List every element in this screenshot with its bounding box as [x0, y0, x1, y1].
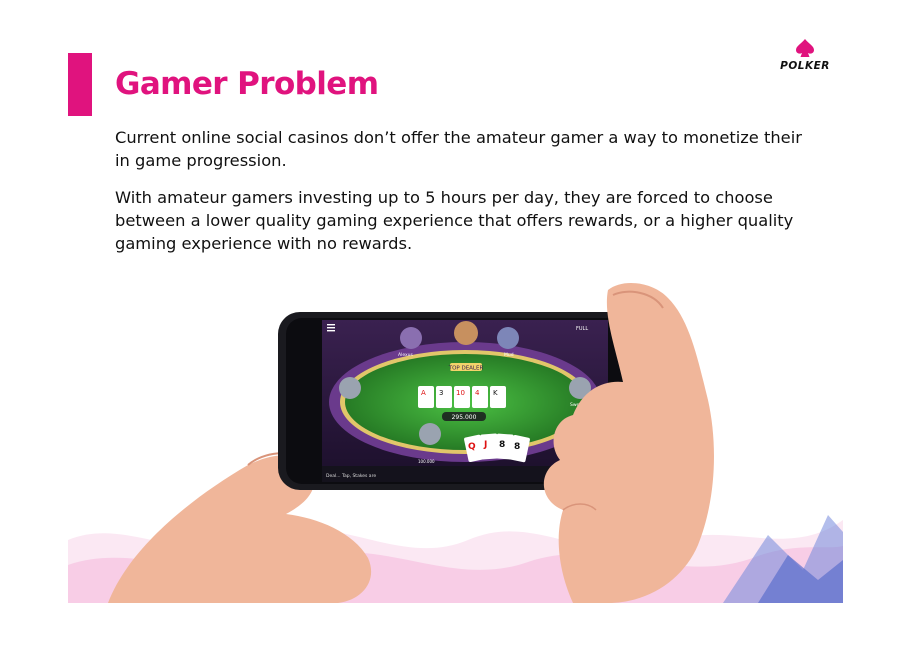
status-bar-label: FULL [576, 326, 588, 332]
hand-cards: Q J 8 8 [464, 433, 530, 463]
hand-card-3: 8 [499, 440, 505, 450]
menu-icon [327, 324, 335, 332]
bet-value-1: 100.000 [418, 459, 435, 464]
polker-logo: POLKER [776, 38, 834, 72]
title-accent-bar [68, 53, 92, 116]
dealer-avatar [454, 321, 478, 345]
player-avatar-alexus [400, 327, 422, 349]
problem-paragraph-1: Current online social casinos don’t offe… [115, 128, 802, 170]
problem-paragraph-2: With amateur gamers investing up to 5 ho… [115, 188, 794, 253]
player-avatar-bottom [419, 423, 441, 445]
pot-amount: 295.000 [452, 414, 477, 421]
community-card-3: 10 [456, 389, 465, 397]
community-card-5: K [493, 389, 498, 397]
player-avatar-mud [497, 327, 519, 349]
hand-card-1: Q [468, 442, 476, 452]
community-cards: A 3 10 4 K [418, 386, 506, 408]
player-name-mud: Mud [504, 352, 514, 358]
hand-card-4: 8 [514, 442, 520, 452]
logo-wordmark: POLKER [780, 60, 830, 72]
phone-game-illustration: TOP DEALER A 3 10 4 K 295.000 Q J 8 8 Al… [68, 270, 843, 603]
chat-text: Deal... Tap, Stakes are [326, 473, 376, 479]
community-card-4: 4 [475, 389, 480, 397]
player-name-alexus: Alexus [398, 352, 414, 358]
player-avatar-left [339, 377, 361, 399]
community-card-2: 3 [439, 389, 443, 397]
spade-icon [796, 39, 814, 57]
hand-card-2: J [483, 440, 487, 450]
community-card-1: A [421, 389, 426, 397]
page-title: Gamer Problem [115, 66, 379, 102]
dealer-tag: TOP DEALER [448, 366, 484, 372]
